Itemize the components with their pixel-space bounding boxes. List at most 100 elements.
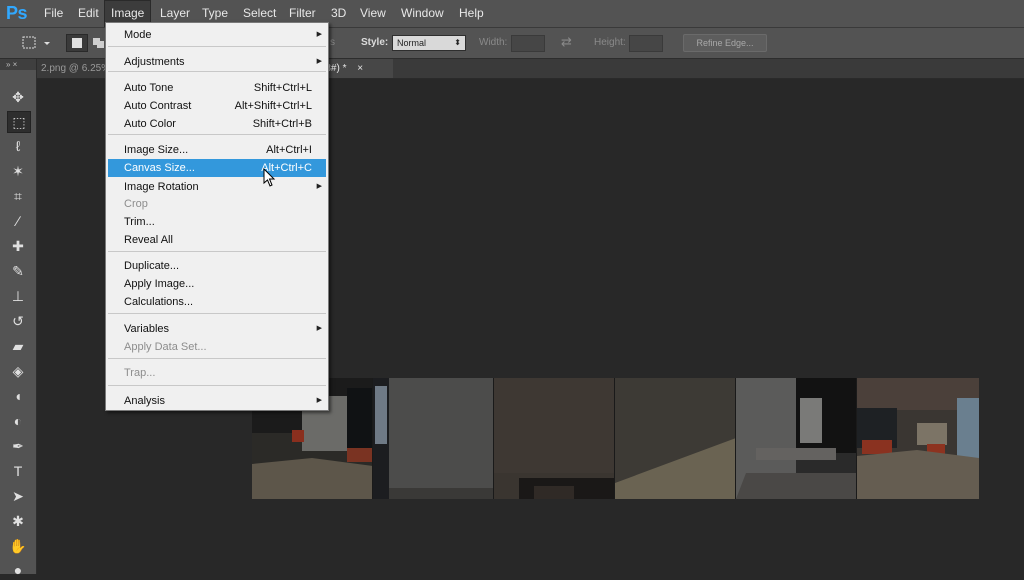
lasso-tool-icon[interactable]: ℓ — [7, 136, 29, 156]
menu-item-reveal-all[interactable]: Reveal All — [108, 231, 326, 249]
document-tab-inactive[interactable]: 2.png @ 6.25% — [37, 59, 114, 78]
menu-item-auto-color[interactable]: Auto Color Shift+Ctrl+B — [108, 115, 326, 133]
menu-item-label: Adjustments — [124, 56, 185, 68]
menu-item-shortcut: Shift+Ctrl+L — [253, 82, 312, 94]
menu-item-label: Apply Data Set... — [124, 341, 207, 353]
type-tool-icon[interactable]: T — [7, 461, 29, 481]
menu-item-variables[interactable]: Variables ▶ — [108, 320, 326, 338]
menu-item-label: Crop — [124, 198, 148, 210]
submenu-arrow-icon: ▶ — [316, 58, 322, 65]
image-panel-2 — [373, 378, 494, 499]
mouse-cursor-icon — [263, 168, 276, 187]
menu-item-label: Analysis — [124, 395, 165, 407]
eraser-tool-icon[interactable]: ▰ — [7, 336, 29, 356]
menu-edit[interactable]: Edit — [72, 0, 105, 27]
menu-separator — [108, 46, 326, 47]
menu-item-label: Variables — [124, 323, 170, 335]
menu-item-trap: Trap... — [108, 364, 326, 382]
width-label: Width: — [479, 37, 508, 48]
hand-tool-icon[interactable]: ✋ — [7, 536, 29, 556]
menu-window[interactable]: Window — [395, 0, 450, 27]
shape-tool-icon[interactable]: ✱ — [7, 511, 29, 531]
add-selection-icon — [93, 38, 104, 48]
clone-stamp-tool-icon[interactable]: ⊥ — [7, 286, 29, 306]
toolbox-header[interactable]: » × — [0, 59, 36, 70]
path-selection-tool-icon[interactable]: ➤ — [7, 486, 29, 506]
menu-separator — [108, 134, 326, 135]
menu-item-label: Image Size... — [124, 144, 189, 156]
anti-alias-label: s — [330, 37, 335, 48]
healing-brush-tool-icon[interactable]: ✚ — [7, 236, 29, 256]
menu-separator — [108, 251, 326, 252]
menu-item-image-size[interactable]: Image Size... Alt+Ctrl+I — [108, 141, 326, 159]
image-menu-dropdown: Mode ▶ Adjustments ▶ Auto Tone Shift+Ctrl+L Au… — [105, 22, 329, 411]
pen-tool-icon[interactable]: ✒ — [7, 436, 29, 456]
submenu-arrow-icon: ▶ — [316, 31, 322, 38]
menu-separator — [108, 71, 326, 72]
updown-arrow-icon: ⬍ — [454, 38, 461, 47]
crop-tool-icon[interactable]: ⌗ — [7, 186, 29, 206]
style-select[interactable]: Normal ⬍ — [392, 35, 466, 51]
paint-bucket-tool-icon[interactable]: ◈ — [7, 361, 29, 381]
submenu-arrow-icon: ▶ — [316, 325, 322, 332]
menu-item-calculations[interactable]: Calculations... — [108, 293, 326, 311]
menu-item-label: Calculations... — [124, 296, 194, 308]
menu-item-adjustments[interactable]: Adjustments ▶ — [108, 53, 326, 71]
menu-item-analysis[interactable]: Analysis ▶ — [108, 392, 326, 410]
menu-item-label: Apply Image... — [124, 278, 195, 290]
menu-item-duplicate[interactable]: Duplicate... — [108, 257, 326, 275]
menu-item-auto-contrast[interactable]: Auto Contrast Alt+Shift+Ctrl+L — [108, 97, 326, 115]
menu-item-label: Trap... — [124, 367, 156, 379]
menu-item-mode[interactable]: Mode ▶ — [108, 26, 326, 44]
menu-separator — [108, 358, 326, 359]
zoom-tool-icon[interactable]: ● — [7, 560, 29, 580]
height-label: Height: — [594, 37, 626, 48]
width-input[interactable] — [511, 35, 545, 52]
add-selection-button[interactable] — [90, 34, 106, 52]
menu-item-apply-data-set: Apply Data Set... — [108, 338, 326, 356]
dodge-tool-icon[interactable]: ◐ — [7, 411, 29, 431]
move-tool-icon[interactable]: ✥ — [7, 87, 29, 107]
brush-tool-icon[interactable]: ✎ — [7, 261, 29, 281]
submenu-arrow-icon: ▶ — [316, 397, 322, 404]
style-label: Style: — [361, 37, 389, 48]
marquee-preset-icon — [22, 36, 50, 49]
panorama-image — [252, 378, 979, 499]
menu-item-label: Image Rotation — [124, 181, 199, 193]
height-input[interactable] — [629, 35, 663, 52]
new-selection-icon — [72, 38, 82, 48]
eyedropper-tool-icon[interactable]: ∕ — [7, 211, 29, 231]
history-brush-tool-icon[interactable]: ↺ — [7, 311, 29, 331]
menu-item-trim[interactable]: Trim... — [108, 213, 326, 231]
menu-item-apply-image[interactable]: Apply Image... — [108, 275, 326, 293]
menu-item-image-rotation[interactable]: Image Rotation ▶ — [108, 178, 326, 196]
photoshop-logo: Ps — [6, 3, 28, 23]
swap-dimensions-icon[interactable]: ⇄ — [561, 34, 572, 50]
style-select-value: Normal — [397, 38, 427, 48]
menu-item-label: Auto Tone — [124, 82, 174, 94]
menu-item-label: Reveal All — [124, 234, 173, 246]
menu-help[interactable]: Help — [453, 0, 490, 27]
menu-file[interactable]: File — [38, 0, 69, 27]
menu-item-shortcut: Shift+Ctrl+B — [252, 118, 312, 130]
menu-item-label: Auto Contrast — [124, 100, 192, 112]
menu-item-label: Mode — [124, 29, 152, 41]
menu-item-auto-tone[interactable]: Auto Tone Shift+Ctrl+L — [108, 79, 326, 97]
tool-preset-picker[interactable] — [20, 34, 56, 52]
image-panel-4 — [615, 378, 736, 499]
image-panel-3 — [494, 378, 615, 499]
menu-item-crop: Crop — [108, 195, 326, 213]
menu-3d[interactable]: 3D — [325, 0, 352, 27]
menu-separator — [108, 313, 326, 314]
blur-tool-icon[interactable]: ◖ — [7, 386, 29, 406]
menu-item-shortcut: Alt+Shift+Ctrl+L — [234, 100, 312, 112]
refine-edge-button[interactable]: Refine Edge... — [683, 34, 767, 52]
magic-wand-tool-icon[interactable]: ✶ — [7, 161, 29, 181]
rectangular-marquee-tool-icon[interactable]: ⬚ — [7, 111, 31, 133]
close-tab-icon[interactable]: × — [357, 63, 363, 74]
menu-view[interactable]: View — [354, 0, 392, 27]
toolbox: » × ✥ ⬚ ℓ ✶ ⌗ ∕ ✚ ✎ ⊥ ↺ ▰ ◈ ◖ ◐ ✒ T ➤ ✱ ✋ ● — [0, 59, 37, 578]
new-selection-button[interactable] — [66, 34, 88, 52]
menu-separator — [108, 385, 326, 386]
menu-item-canvas-size[interactable]: Canvas Size... Alt+Ctrl+C — [108, 159, 326, 177]
